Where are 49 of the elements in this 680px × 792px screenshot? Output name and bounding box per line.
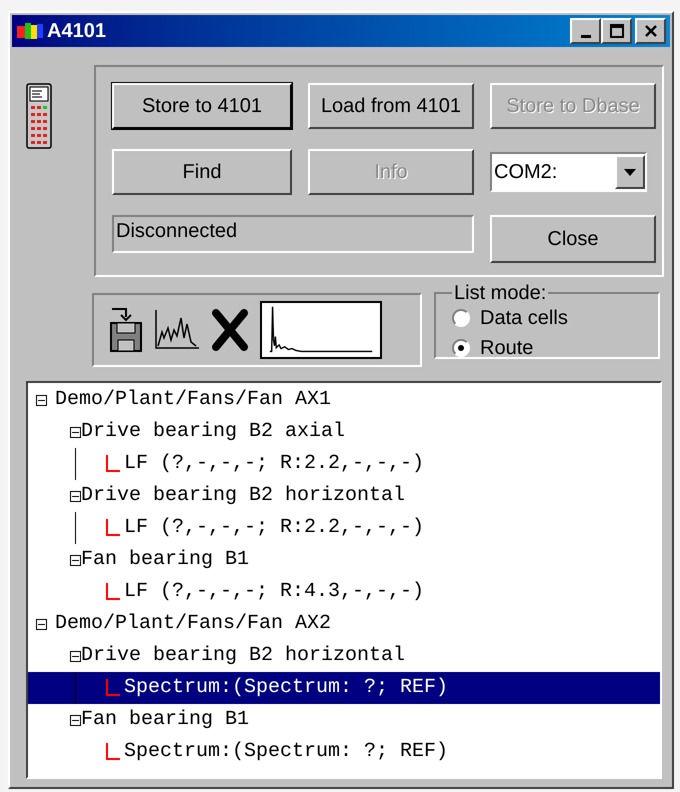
port-dropdown[interactable]: COM2: bbox=[490, 152, 647, 192]
tree-item[interactable]: Fan bearing B1 bbox=[81, 705, 250, 735]
action-button[interactable]: Store to 4101 bbox=[112, 83, 292, 129]
collapse-icon[interactable] bbox=[36, 394, 47, 406]
branch-icon bbox=[106, 743, 120, 761]
maximize-button[interactable] bbox=[601, 18, 632, 44]
tree-item[interactable]: Fan bearing B1 bbox=[81, 545, 250, 575]
delete-icon[interactable] bbox=[210, 309, 250, 351]
tree-item[interactable]: Spectrum:(Spectrum: ?; REF) bbox=[28, 672, 660, 704]
branch-icon bbox=[106, 679, 120, 697]
app-icon bbox=[16, 20, 44, 42]
chart-icon[interactable] bbox=[154, 310, 200, 350]
branch-icon bbox=[106, 455, 120, 473]
save-icon[interactable] bbox=[108, 307, 144, 353]
action-button[interactable]: Load from 4101 bbox=[308, 83, 474, 129]
tree-item[interactable]: Drive bearing B2 axial bbox=[81, 417, 346, 447]
maximize-icon bbox=[610, 24, 624, 38]
dropdown-arrow-icon bbox=[624, 168, 636, 176]
close-button[interactable] bbox=[635, 18, 666, 44]
handheld-device-icon bbox=[26, 83, 52, 149]
collapse-icon[interactable] bbox=[70, 490, 81, 502]
collapse-icon[interactable] bbox=[36, 618, 47, 630]
close-button[interactable]: Close bbox=[490, 215, 656, 263]
collapse-icon[interactable] bbox=[70, 554, 81, 566]
tree-item[interactable]: Demo/Plant/Fans/Fan AX2 bbox=[55, 609, 332, 639]
collapse-icon[interactable] bbox=[70, 650, 81, 662]
radio-label: Data cells bbox=[480, 306, 568, 331]
tree-item[interactable]: Drive bearing B2 horizontal bbox=[81, 641, 406, 671]
status-field: Disconnected bbox=[112, 215, 474, 253]
branch-icon bbox=[106, 583, 120, 601]
tree-item[interactable]: LF (?,-,-,-; R:2.2,-,-,-) bbox=[28, 448, 660, 480]
tree-item[interactable]: Spectrum:(Spectrum: ?; REF) bbox=[28, 736, 660, 768]
branch-icon bbox=[106, 519, 120, 537]
tree-item[interactable]: LF (?,-,-,-; R:2.2,-,-,-) bbox=[28, 512, 660, 544]
minimize-button[interactable] bbox=[570, 18, 601, 44]
collapse-icon[interactable] bbox=[70, 714, 81, 726]
radio-button[interactable] bbox=[452, 309, 470, 327]
close-icon bbox=[644, 25, 656, 37]
radio-label: Route bbox=[480, 336, 534, 361]
group-title: List mode: bbox=[453, 283, 548, 303]
tree-item[interactable]: Demo/Plant/Fans/Fan AX1 bbox=[55, 385, 332, 415]
window-title: A4101 bbox=[47, 19, 106, 44]
collapse-icon[interactable] bbox=[70, 426, 81, 438]
spectrum-thumbnail[interactable] bbox=[260, 301, 382, 359]
tree-item[interactable]: Drive bearing B2 horizontal bbox=[81, 481, 406, 511]
action-button[interactable]: Find bbox=[112, 149, 292, 195]
tree-item[interactable]: LF (?,-,-,-; R:4.3,-,-,-) bbox=[28, 576, 660, 608]
radio-button[interactable] bbox=[452, 339, 470, 357]
minimize-icon bbox=[580, 34, 590, 38]
